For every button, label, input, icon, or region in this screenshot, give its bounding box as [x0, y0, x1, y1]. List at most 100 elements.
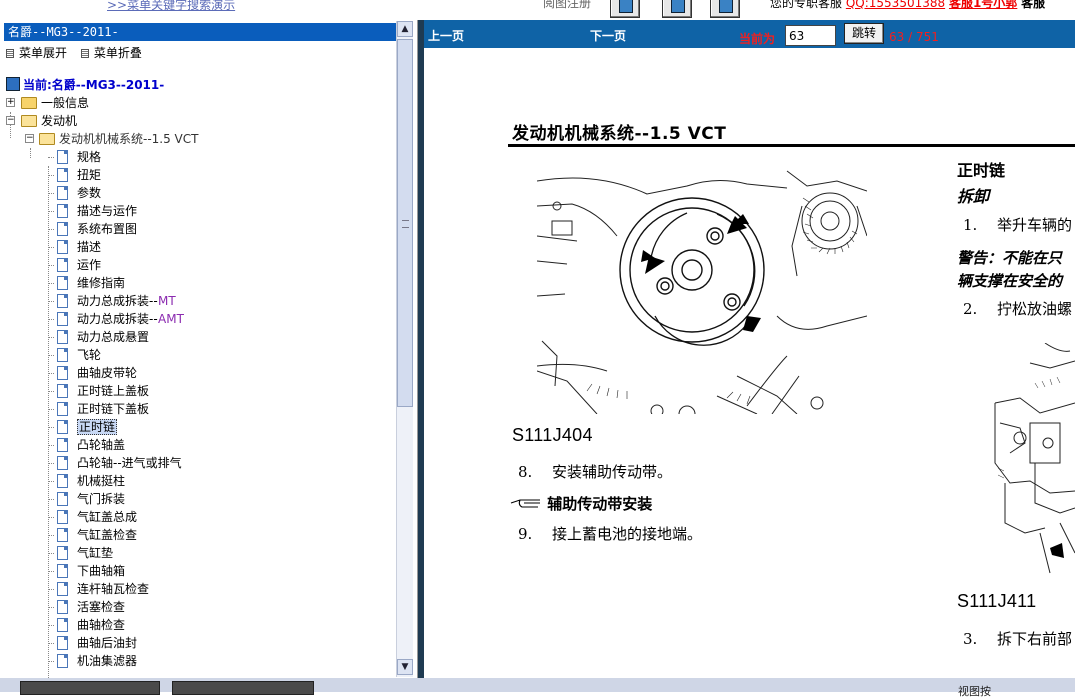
- tree-view: 当前:名爵--MG3--2011- + 一般信息 − 发动机 − 发动机机械系统…: [0, 76, 396, 678]
- computer-icon: [6, 77, 20, 91]
- tree-branch-line: [48, 301, 54, 302]
- step-3-number: 3.: [963, 630, 978, 648]
- document-panel: 上一页 下一页 当前为 跳转 63 / 751 发动机机械系统--1.5 VCT: [424, 20, 1075, 678]
- tree-branch-line: [48, 175, 54, 176]
- collapse-all-label: 菜单折叠: [93, 46, 142, 60]
- tree-branch-line: [48, 553, 54, 554]
- tree-leaf-label: 凸轮轴盖: [77, 438, 126, 452]
- tree-node-label: 一般信息: [41, 96, 90, 110]
- document-icon: [57, 438, 68, 452]
- subhead-belt-install: 辅助传动带安装: [510, 493, 652, 514]
- toolbar-button-1[interactable]: [610, 0, 640, 18]
- tree-leaf-label: 曲轴后油封: [77, 636, 138, 650]
- expand-all-button[interactable]: 菜单展开: [6, 46, 67, 60]
- tree-leaf-suffix: AMT: [158, 312, 184, 326]
- scroll-up-arrow-icon[interactable]: ▲: [397, 21, 413, 37]
- collapse-all-button[interactable]: 菜单折叠: [80, 46, 142, 60]
- step-9-text: 接上蓄电池的接地端。: [552, 525, 703, 543]
- tree-leaf-label: 动力总成拆装--: [77, 294, 158, 308]
- document-icon: [57, 492, 68, 506]
- tree-branch-line: [48, 211, 54, 212]
- service-agent-link[interactable]: 客服1号小郭: [949, 0, 1017, 10]
- bottom-tab-2[interactable]: [172, 681, 314, 695]
- tree-branch-line: [48, 481, 54, 482]
- page-number-input[interactable]: [785, 25, 836, 46]
- tree-branch-line: [48, 517, 54, 518]
- tree-branch-line: [48, 283, 54, 284]
- tree-leaf-label: 机油集滤器: [77, 654, 138, 668]
- tree-header: 名爵--MG3--2011-: [4, 23, 396, 41]
- folder-icon: [21, 97, 37, 109]
- tree-leaf-label: 扭矩: [77, 168, 102, 182]
- tree-branch-line: [48, 445, 54, 446]
- tree-branch-line: [48, 535, 54, 536]
- document-icon: [57, 600, 68, 614]
- folder-open-icon: [21, 115, 37, 127]
- tree-leaf-label: 连杆轴瓦检查: [77, 582, 150, 596]
- document-icon: [57, 276, 68, 290]
- service-qq-link[interactable]: QQ:1553501388: [846, 0, 945, 10]
- tree-leaf-label: 动力总成拆装--: [77, 312, 158, 326]
- document-icon: [57, 402, 68, 416]
- expand-plus-icon[interactable]: +: [6, 98, 15, 107]
- document-icon: [57, 294, 68, 308]
- expand-collapse-row: 菜单展开 菜单折叠: [6, 44, 152, 61]
- tree-leaf-label: 参数: [77, 186, 102, 200]
- folder-open-icon: [39, 133, 55, 145]
- document-icon: [57, 654, 68, 668]
- step-3: 3. 拆下右前部: [963, 628, 1072, 649]
- view-button-label: 视图按: [958, 685, 991, 698]
- search-demo-link[interactable]: >>菜单关键字搜索演示: [107, 0, 235, 13]
- tree-leaf-label: 规格: [77, 150, 102, 164]
- step-2-text: 拧松放油螺: [997, 300, 1073, 318]
- toolbar-button-3[interactable]: [710, 0, 740, 18]
- tree-branch-line: [48, 589, 54, 590]
- tree-branch-line: [48, 391, 54, 392]
- toolbar-icon-1: [619, 0, 633, 13]
- tree-leaf-label: 气缸垫: [77, 546, 114, 560]
- scroll-thumb[interactable]: [397, 39, 413, 407]
- pointing-hand-icon: [510, 499, 540, 508]
- tree-leaf-label: 维修指南: [77, 276, 126, 290]
- jump-button[interactable]: 跳转: [844, 23, 884, 44]
- service-label: 您的专职客服: [770, 0, 843, 10]
- document-icon: [57, 420, 68, 434]
- right-disassembly-heading: 拆卸: [957, 187, 990, 206]
- next-page-link[interactable]: 下一页: [590, 27, 626, 44]
- scroll-down-arrow-icon[interactable]: ▼: [397, 659, 413, 675]
- document-icon: [57, 474, 68, 488]
- step-2-number: 2.: [963, 300, 978, 318]
- figure-code-2: S111J411: [957, 591, 1037, 611]
- collapse-minus-icon[interactable]: −: [6, 116, 15, 125]
- document-icon: [57, 348, 68, 362]
- collapse-minus-icon[interactable]: −: [25, 134, 34, 143]
- service-info: 您的专职客服 QQ:1553501388 客服1号小郭 客服: [770, 0, 1045, 11]
- document-icon: [57, 528, 68, 542]
- tree-branch-line: [48, 373, 54, 374]
- tree-guide-line: [48, 166, 49, 678]
- figure-code-1: S111J404: [512, 425, 593, 445]
- page-nav-bar: 上一页 下一页 当前为 跳转 63 / 751: [424, 20, 1075, 48]
- toolbar-button-2[interactable]: [662, 0, 692, 18]
- step-1: 1. 举升车辆的: [963, 214, 1072, 235]
- tree-leaf-label: 机械挺柱: [77, 474, 126, 488]
- step-2: 2. 拧松放油螺: [963, 298, 1072, 319]
- tree-branch-line: [48, 643, 54, 644]
- tree-leaf-label: 曲轴皮带轮: [77, 366, 138, 380]
- tree-leaf-label: 动力总成悬置: [77, 330, 150, 344]
- tree-leaf-label: 凸轮轴--进气或排气: [77, 456, 182, 470]
- tree-branch-line: [48, 427, 54, 428]
- prev-page-link[interactable]: 上一页: [428, 27, 464, 44]
- bottom-tab-1[interactable]: [20, 681, 160, 695]
- document-icon: [57, 636, 68, 650]
- tree-branch-line: [48, 499, 54, 500]
- warning-line-2: 辆支撑在安全的: [957, 272, 1063, 290]
- tree-leaf-label: 飞轮: [77, 348, 102, 362]
- tree-vertical-scrollbar[interactable]: ▲ ▼: [396, 21, 413, 677]
- engine-pulley-figure: [537, 166, 867, 414]
- tree-leaf-label: 气缸盖总成: [77, 510, 138, 524]
- step-9: 9. 接上蓄电池的接地端。: [518, 523, 702, 544]
- step-8: 8. 安装辅助传动带。: [518, 461, 672, 482]
- title-rule: [508, 144, 1075, 147]
- tree-leaf-label: 活塞检查: [77, 600, 126, 614]
